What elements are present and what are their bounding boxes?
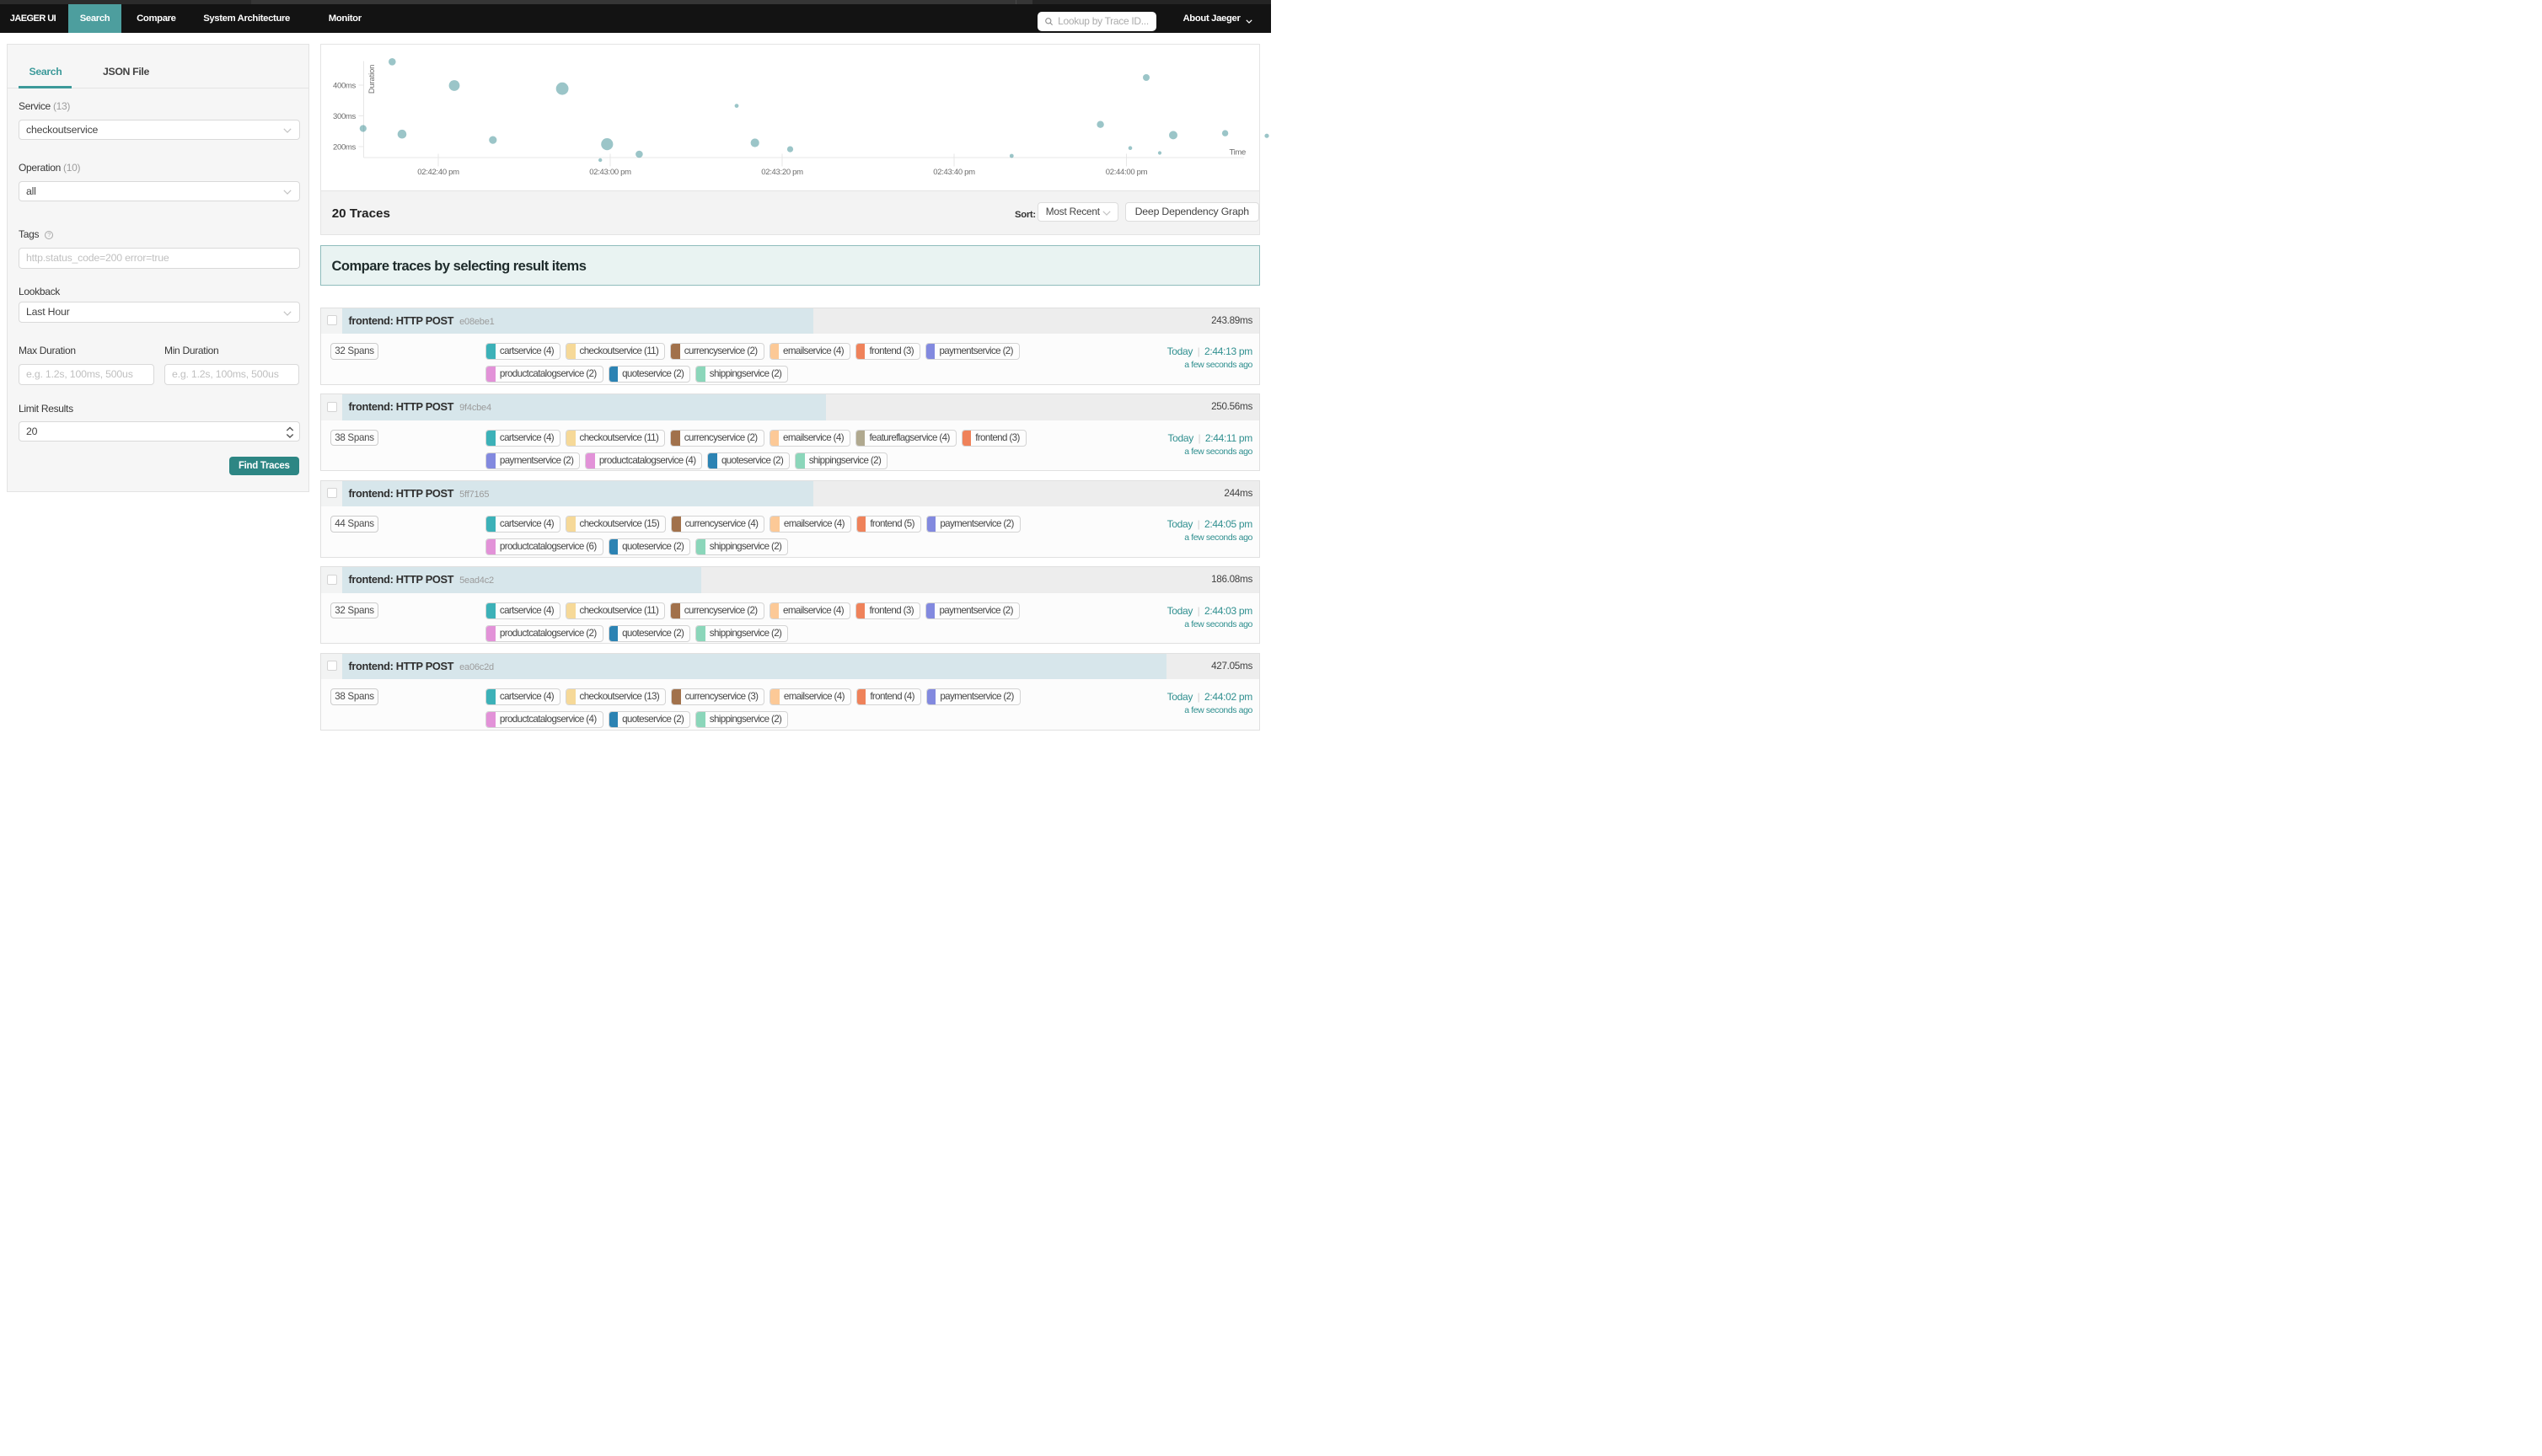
svg-text:Duration: Duration [367,64,377,93]
svg-text:02:42:40 pm: 02:42:40 pm [417,168,459,177]
svg-text:300ms: 300ms [333,112,357,121]
svg-text:400ms: 400ms [333,81,357,90]
svg-text:02:43:40 pm: 02:43:40 pm [933,168,975,177]
svg-text:200ms: 200ms [333,142,357,152]
svg-text:02:44:00 pm: 02:44:00 pm [1106,168,1148,177]
svg-text:02:43:20 pm: 02:43:20 pm [761,168,803,177]
svg-text:Time: Time [1229,147,1246,157]
svg-text:02:43:00 pm: 02:43:00 pm [589,168,631,177]
